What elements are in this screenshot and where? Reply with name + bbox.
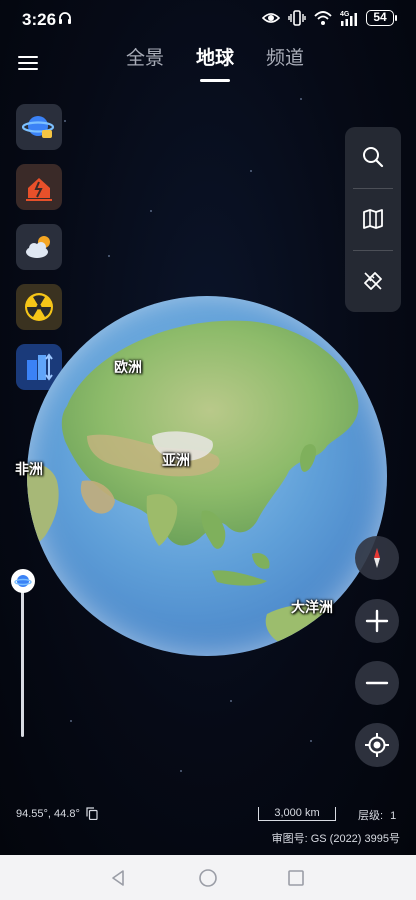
layer-button-weather[interactable] [16, 224, 62, 270]
earth-app: 3:26 4G 54 全景 地球 频道 欧洲 亚洲 非洲 大洋洲 94.55°,… [0, 0, 416, 855]
minus-icon [365, 681, 389, 685]
copy-icon[interactable] [86, 807, 98, 820]
compass-icon [374, 548, 380, 568]
landmass-borneo [252, 552, 270, 569]
map-icon [363, 209, 383, 229]
star [70, 720, 72, 722]
tab-channel[interactable]: 频道 [250, 46, 320, 82]
label-asia: 亚洲 [162, 452, 190, 468]
network-type: 4G [340, 11, 350, 18]
scale-label: 3,000 km [274, 807, 320, 819]
label-africa: 非洲 [15, 461, 43, 477]
star [230, 700, 232, 702]
zoom-slider-handle[interactable] [11, 569, 35, 593]
view-tabs: 全景 地球 频道 [110, 46, 320, 82]
star [150, 210, 152, 212]
tab-panorama[interactable]: 全景 [110, 46, 180, 82]
coordinates-readout: 94.55°, 44.8° [16, 807, 98, 820]
system-nav-bar [0, 855, 416, 900]
weather-layer-icon [26, 236, 50, 258]
globe-land-map [27, 320, 359, 647]
star [108, 255, 110, 257]
star [310, 740, 312, 742]
plus-icon [365, 609, 389, 633]
compass-button[interactable] [355, 536, 399, 580]
menu-button[interactable] [18, 52, 40, 74]
locate-icon [365, 733, 389, 757]
star [180, 770, 182, 772]
planet-layer-icon [22, 116, 55, 138]
eye-icon [262, 13, 280, 23]
planet-icon [14, 575, 32, 587]
tab-earth[interactable]: 地球 [180, 46, 250, 82]
tool-panel [345, 127, 401, 312]
vibrate-icon [288, 10, 306, 26]
globe-view[interactable]: 欧洲 亚洲 非洲 大洋洲 [1, 270, 413, 682]
battery-indicator: 54 [366, 10, 397, 26]
status-time: 3:26 [22, 10, 57, 29]
label-europe: 欧洲 [114, 359, 142, 375]
zoom-out-button[interactable] [355, 661, 399, 705]
star [300, 98, 302, 100]
map-approval-number: 审图号: GS (2022) 3995号 [271, 833, 400, 845]
back-icon[interactable] [108, 868, 128, 888]
star [250, 170, 252, 172]
search-button[interactable] [345, 127, 401, 187]
headset-icon [59, 12, 71, 24]
home-icon[interactable] [198, 868, 218, 888]
landmass-indonesia [212, 570, 267, 586]
search-icon [363, 147, 384, 168]
layer-button-planet[interactable] [16, 104, 62, 150]
status-bar: 3:26 4G 54 [0, 0, 416, 40]
zoom-in-button[interactable] [355, 599, 399, 643]
map-button[interactable] [345, 189, 401, 249]
wifi-icon [314, 11, 332, 25]
signal-icon: 4G [340, 11, 357, 26]
menu-icon [18, 56, 38, 58]
locate-button[interactable] [355, 723, 399, 767]
globe[interactable] [27, 296, 387, 656]
zoom-level: 层级: 1 [358, 807, 396, 823]
zoom-level-label: 层级: [358, 810, 384, 822]
ruler-icon [364, 272, 382, 290]
zoom-slider-track[interactable] [21, 582, 24, 737]
status-icons: 4G 54 [262, 9, 397, 27]
zoom-level-value: 1 [390, 810, 397, 822]
layer-button-earthquake[interactable] [16, 164, 62, 210]
label-oceania: 大洋洲 [291, 599, 333, 615]
coordinates-text: 94.55°, 44.8° [16, 807, 80, 820]
earthquake-layer-icon [26, 178, 52, 201]
recents-icon[interactable] [286, 868, 306, 888]
star [64, 120, 66, 122]
